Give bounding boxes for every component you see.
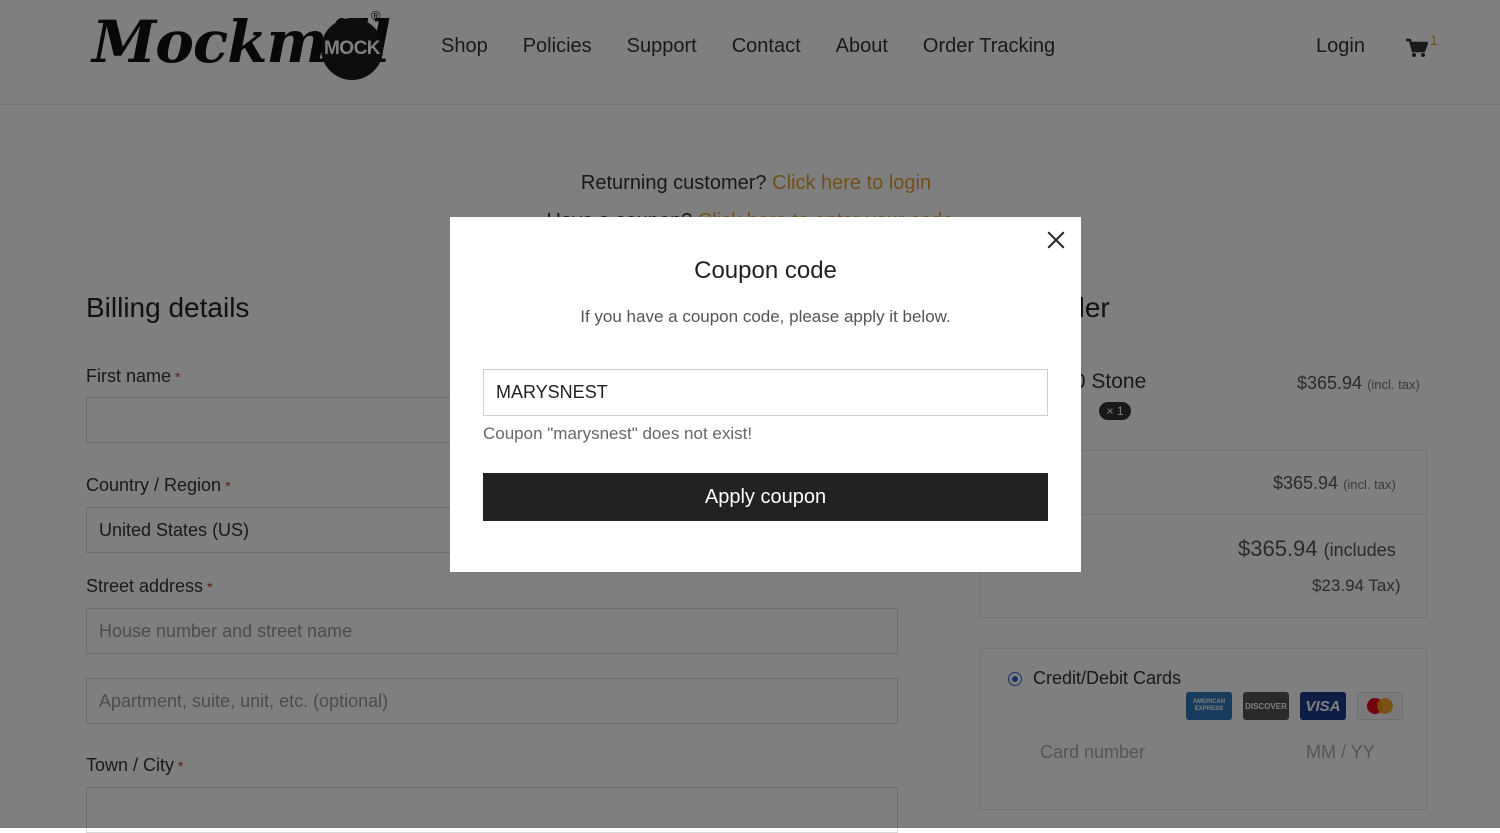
coupon-code-input[interactable]	[483, 369, 1048, 416]
coupon-error-message: Coupon "marysnest" does not exist!	[483, 424, 753, 443]
close-icon[interactable]	[1043, 227, 1069, 253]
modal-description: If you have a coupon code, please apply …	[580, 307, 951, 326]
apply-coupon-button[interactable]: Apply coupon	[483, 473, 1048, 521]
coupon-modal: Coupon code If you have a coupon code, p…	[450, 217, 1081, 572]
modal-title: Coupon code	[694, 257, 837, 284]
